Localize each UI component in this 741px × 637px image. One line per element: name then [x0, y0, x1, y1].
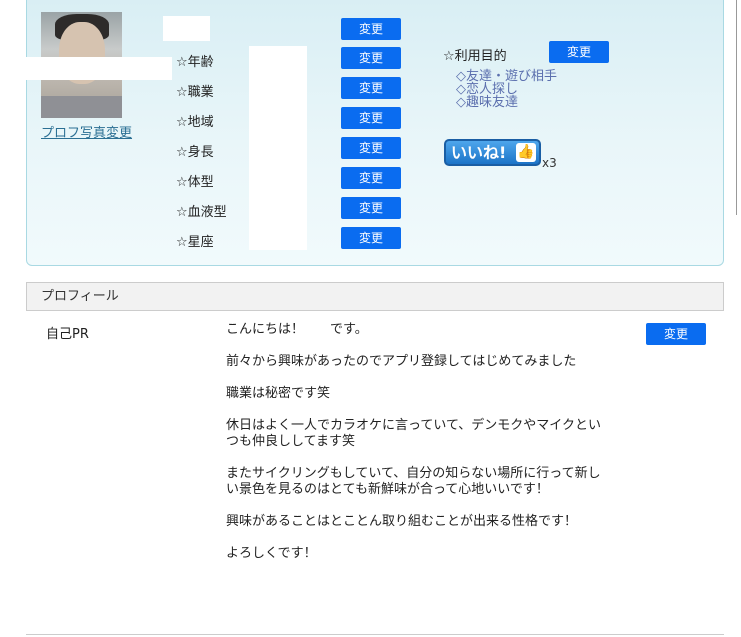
change-zodiac-button[interactable]: 変更	[341, 227, 401, 249]
attr-label-zodiac: ☆星座	[176, 235, 214, 250]
pr-paragraph: 興味があることはとことん取り組むことが出来る性格です！	[226, 514, 578, 529]
page: プロフ写真変更 変更 ☆年齢 変更 ☆職業 変更 ☆地域 変更 ☆身長 変更 ☆…	[0, 0, 741, 637]
section-title: プロフィール	[41, 289, 119, 304]
divider	[26, 634, 724, 635]
change-height-button[interactable]: 変更	[341, 137, 401, 159]
pr-paragraph: こんにちは！ です。	[226, 322, 368, 337]
thumbs-up-icon: 👍	[516, 143, 536, 162]
like-button[interactable]: いいね! 👍	[444, 139, 541, 166]
purpose-list: ◇友達・遊び相手 ◇恋人探し ◇趣味友達	[456, 70, 557, 109]
pr-paragraph: よろしくです！	[226, 546, 317, 561]
change-name-button[interactable]: 変更	[341, 18, 401, 40]
pr-paragraph: 休日はよく一人でカラオケに言っていて、デンモクやマイクといつも仲良ししてます笑	[226, 418, 602, 449]
photo-change-link[interactable]: プロフ写真変更	[41, 122, 132, 141]
like-count: x3	[542, 156, 557, 170]
redaction-mask-nickname	[163, 16, 210, 41]
pr-paragraph: 前々から興味があったのでアプリ登録してはじめてみました	[226, 354, 577, 369]
purpose-item: ◇趣味友達	[456, 95, 518, 110]
redaction-mask-name	[26, 57, 172, 80]
redaction-mask-values	[249, 46, 307, 250]
change-self-pr-button[interactable]: 変更	[646, 323, 706, 345]
change-occupation-button[interactable]: 変更	[341, 77, 401, 99]
self-pr-label: 自己PR	[46, 327, 89, 342]
change-age-button[interactable]: 変更	[341, 47, 401, 69]
self-pr-text: こんにちは！ です。 前々から興味があったのでアプリ登録してはじめてみました 職…	[226, 322, 602, 578]
profile-section-header: プロフィール	[26, 282, 724, 311]
like-label: いいね!	[451, 143, 507, 162]
pr-paragraph: 職業は秘密です笑	[226, 386, 331, 401]
avatar-shirt	[41, 96, 122, 118]
window-edge	[736, 0, 737, 215]
change-body-type-button[interactable]: 変更	[341, 167, 401, 189]
attr-label-height: ☆身長	[176, 145, 214, 160]
attr-label-body-type: ☆体型	[176, 175, 214, 190]
change-purpose-button[interactable]: 変更	[549, 41, 609, 63]
attr-label-occupation: ☆職業	[176, 85, 214, 100]
attr-label-blood-type: ☆血液型	[176, 205, 227, 220]
purpose-label: ☆利用目的	[443, 49, 507, 64]
change-region-button[interactable]: 変更	[341, 107, 401, 129]
attr-label-region: ☆地域	[176, 115, 214, 130]
pr-paragraph: またサイクリングもしていて、自分の知らない場所に行って新しい景色を見るのはとても…	[226, 466, 601, 497]
change-blood-type-button[interactable]: 変更	[341, 197, 401, 219]
attr-label-age: ☆年齢	[176, 55, 214, 70]
